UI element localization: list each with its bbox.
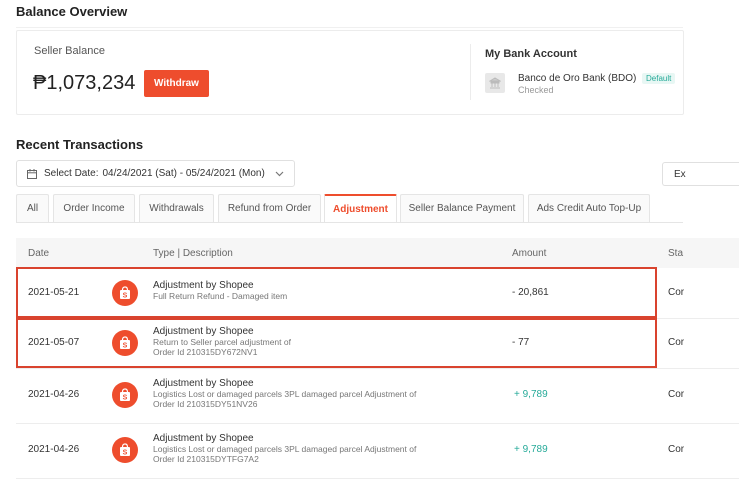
tabs-underline — [16, 222, 683, 223]
card-divider — [470, 44, 471, 100]
row-date: 2021-04-26 — [28, 444, 80, 455]
tab-refund-from-order[interactable]: Refund from Order — [218, 194, 321, 222]
row-amount: + 9,789 — [514, 444, 548, 455]
shopee-bag-icon: S — [112, 382, 138, 408]
row-desc-line2: Order Id 210315DY51NV26 — [153, 399, 258, 409]
header-type: Type | Description — [153, 248, 233, 259]
svg-text:S: S — [123, 395, 128, 402]
row-status: Cor — [668, 389, 685, 400]
highlight-box — [16, 267, 657, 318]
row-amount: + 9,789 — [514, 389, 548, 400]
shopee-bag-icon: S — [112, 437, 138, 463]
bank-status: Checked — [518, 85, 554, 95]
withdraw-button[interactable]: Withdraw — [144, 70, 209, 97]
divider — [16, 27, 683, 28]
row-status: Cor — [668, 337, 685, 348]
row-status: Cor — [668, 287, 685, 298]
date-label: Select Date: — [44, 168, 99, 179]
header-amount: Amount — [512, 248, 547, 259]
tab-adjustment[interactable]: Adjustment — [324, 194, 397, 222]
bank-icon — [485, 73, 505, 93]
calendar-icon — [27, 168, 37, 179]
table-row[interactable]: 2021-04-26 S Adjustment by Shopee Logist… — [16, 368, 739, 424]
tab-ads-credit-auto-top-up[interactable]: Ads Credit Auto Top-Up — [528, 194, 650, 222]
row-status: Cor — [668, 444, 685, 455]
tab-withdrawals[interactable]: Withdrawals — [139, 194, 214, 222]
tab-order-income[interactable]: Order Income — [53, 194, 135, 222]
svg-text:S: S — [123, 450, 128, 457]
table-header: Date Type | Description Amount Sta — [16, 238, 739, 268]
balance-overview-title: Balance Overview — [16, 4, 128, 19]
row-title: Adjustment by Shopee — [153, 378, 254, 389]
row-desc-line1: Logistics Lost or damaged parcels 3PL da… — [153, 444, 417, 454]
header-status: Sta — [668, 248, 684, 259]
default-badge: Default — [642, 73, 676, 84]
chevron-down-icon — [275, 171, 284, 177]
table-row[interactable]: 2021-04-26 S Adjustment by Shopee Logist… — [16, 423, 739, 479]
date-range-value: 04/24/2021 (Sat) - 05/24/2021 (Mon) — [102, 168, 265, 179]
row-desc-line2: Order Id 210315DYTFG7A2 — [153, 454, 259, 464]
bank-account-title: My Bank Account — [485, 48, 577, 60]
seller-balance-amount: ₱1,073,234 — [33, 72, 136, 94]
highlight-box — [16, 318, 657, 368]
header-date: Date — [28, 248, 50, 259]
date-range-select[interactable]: Select Date: 04/24/2021 (Sat) - 05/24/20… — [16, 160, 295, 187]
tab-all[interactable]: All — [16, 194, 49, 222]
bank-name: Banco de Oro Bank (BDO) — [518, 73, 637, 84]
row-title: Adjustment by Shopee — [153, 433, 254, 444]
tab-seller-balance-payment[interactable]: Seller Balance Payment — [400, 194, 524, 222]
export-button[interactable]: Ex — [662, 162, 739, 186]
row-desc-line1: Logistics Lost or damaged parcels 3PL da… — [153, 389, 417, 399]
recent-transactions-title: Recent Transactions — [16, 137, 144, 152]
row-date: 2021-04-26 — [28, 389, 80, 400]
seller-balance-label: Seller Balance — [34, 45, 105, 57]
